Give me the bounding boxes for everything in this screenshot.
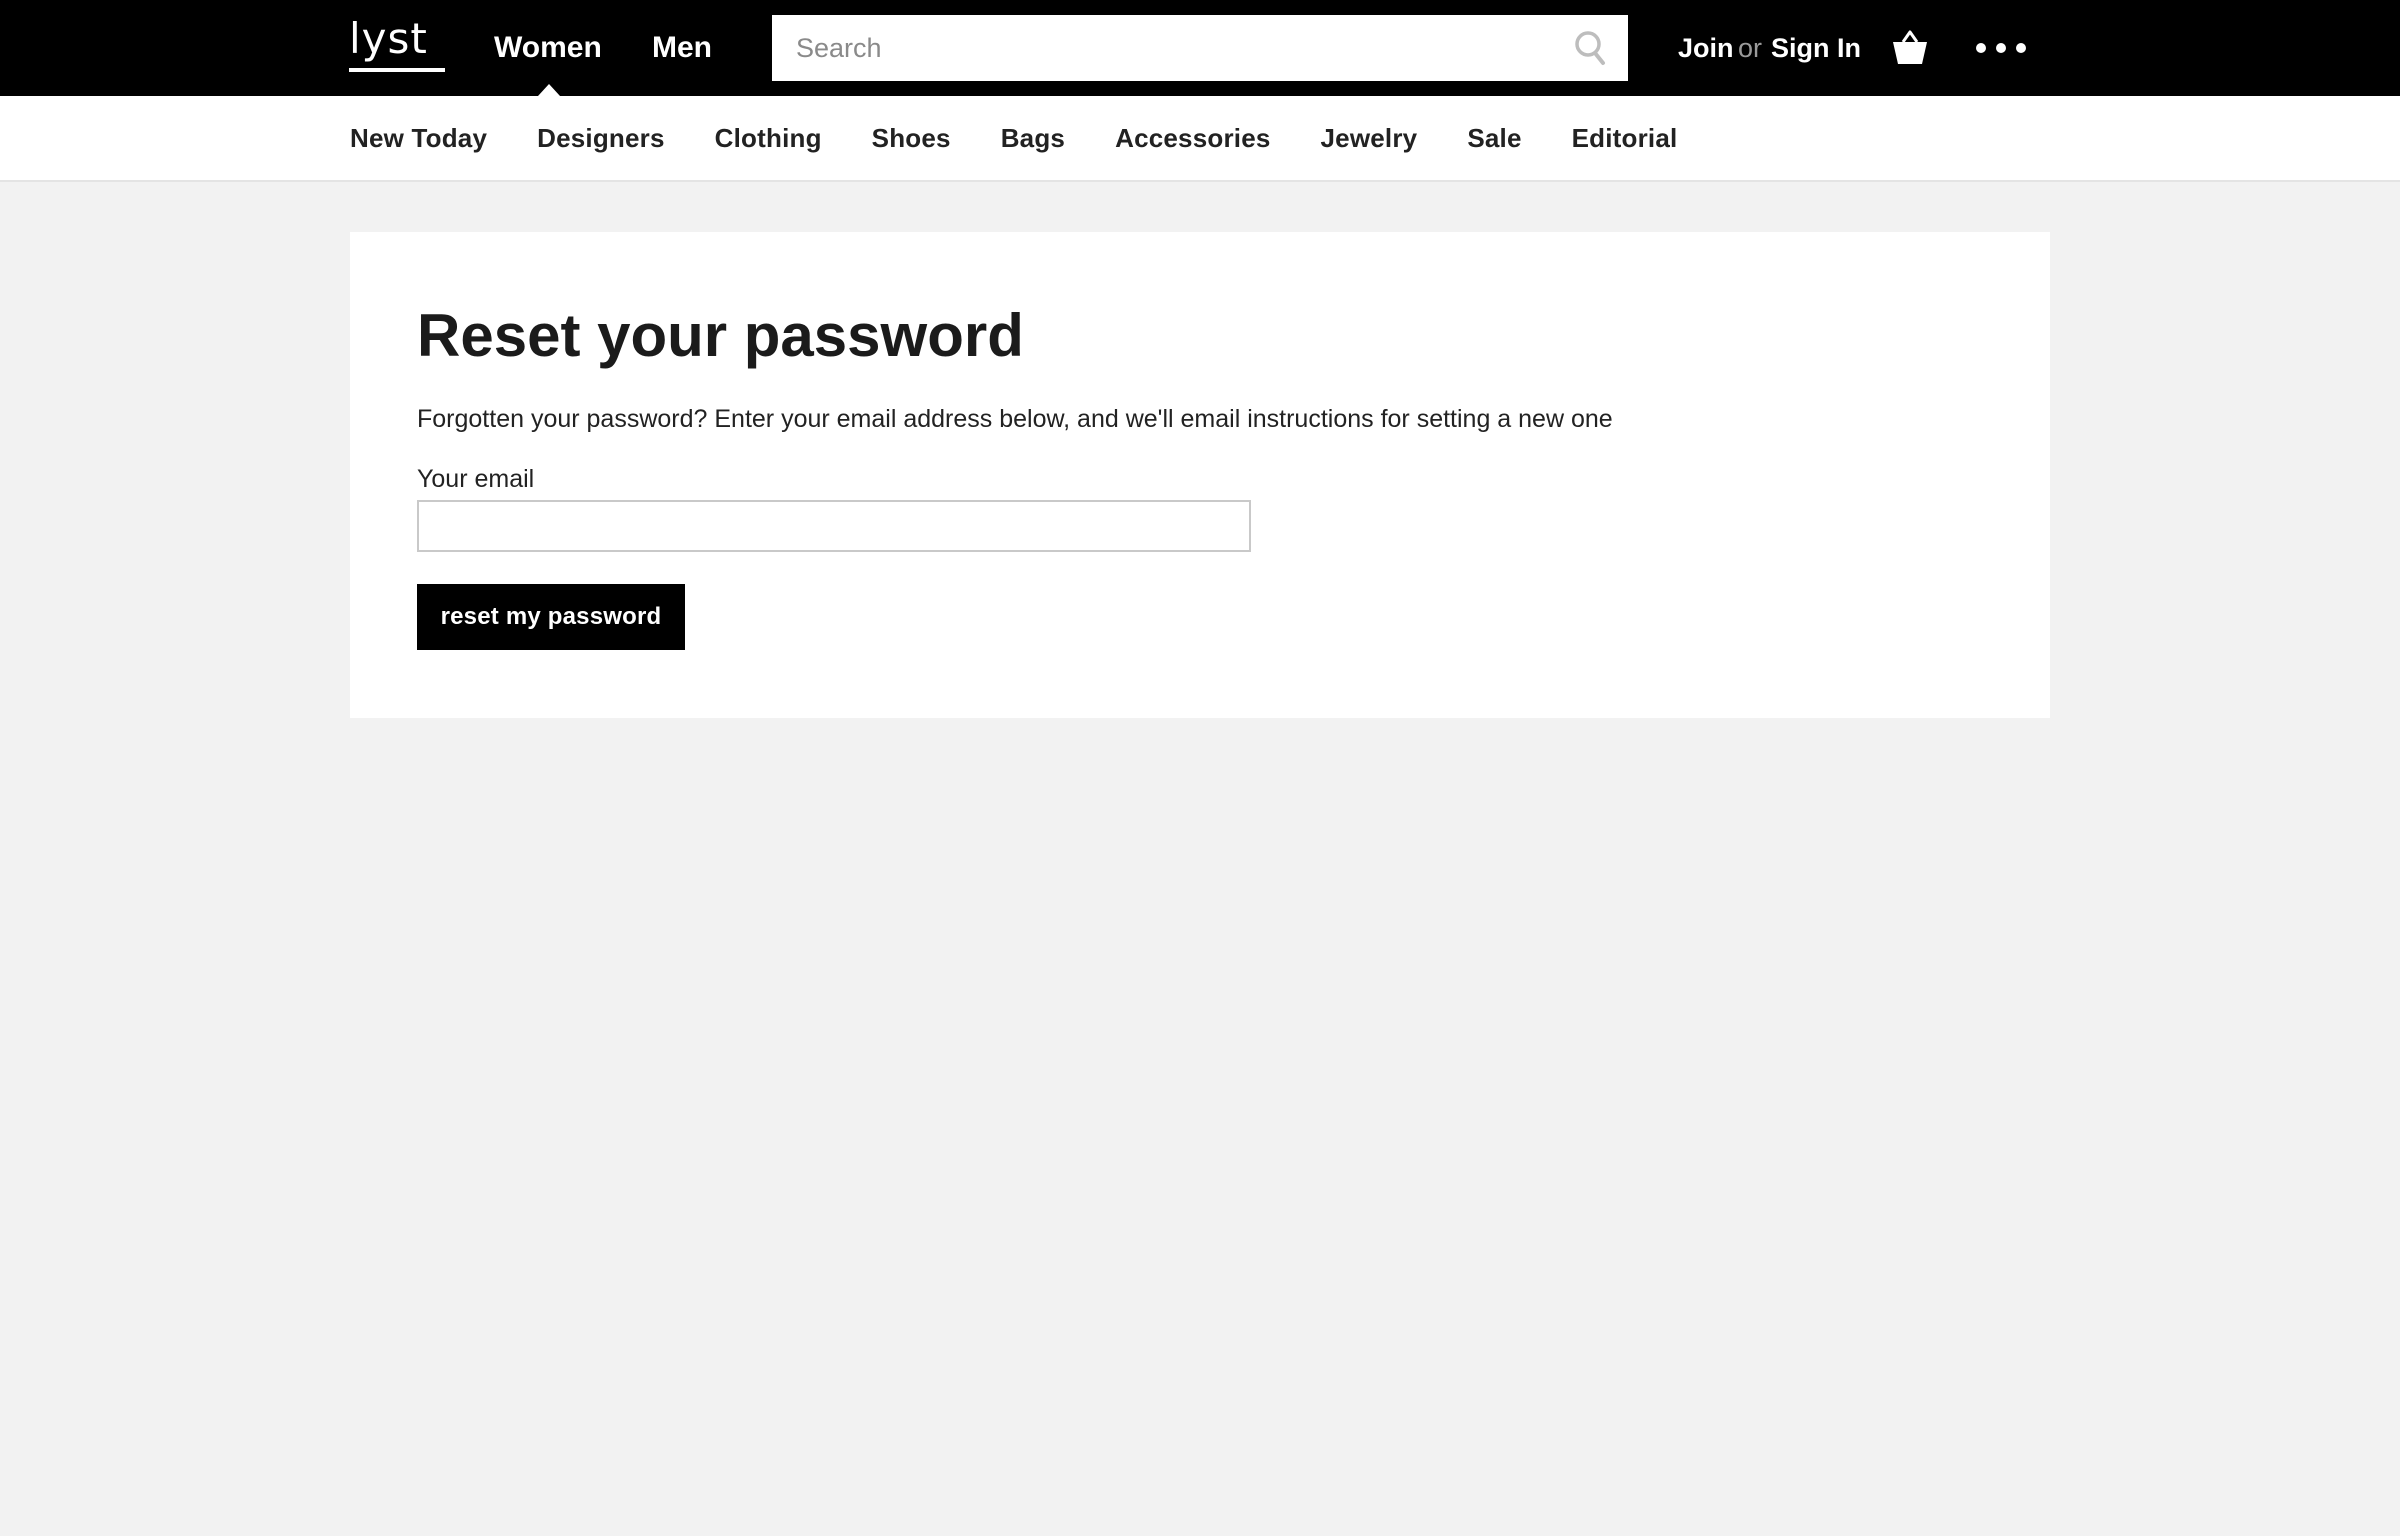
nav-item-new-today[interactable]: New Today	[350, 123, 487, 154]
active-tab-indicator	[538, 84, 560, 96]
join-link[interactable]: Join	[1678, 26, 1734, 70]
category-nav: New Today Designers Clothing Shoes Bags …	[0, 96, 2400, 182]
nav-item-designers[interactable]: Designers	[537, 123, 665, 154]
more-dots-icon[interactable]	[1974, 38, 2028, 58]
reset-description: Forgotten your password? Enter your emai…	[417, 405, 1613, 433]
tab-women[interactable]: Women	[494, 26, 602, 70]
or-separator: or	[1738, 33, 1763, 63]
page-title: Reset your password	[417, 302, 1024, 369]
email-label: Your email	[417, 465, 535, 493]
email-field[interactable]	[417, 500, 1251, 552]
logo-text: lyst	[349, 14, 428, 63]
category-list: New Today Designers Clothing Shoes Bags …	[350, 96, 1727, 180]
nav-item-bags[interactable]: Bags	[1001, 123, 1065, 154]
nav-item-clothing[interactable]: Clothing	[715, 123, 822, 154]
nav-item-jewelry[interactable]: Jewelry	[1321, 123, 1418, 154]
shopping-bag-icon[interactable]	[1890, 28, 1930, 68]
search-box	[772, 15, 1628, 81]
nav-item-sale[interactable]: Sale	[1467, 123, 1521, 154]
search-icon[interactable]	[1572, 29, 1610, 67]
reset-password-button[interactable]: reset my password	[417, 584, 685, 650]
nav-item-shoes[interactable]: Shoes	[872, 123, 951, 154]
top-header: lyst Women Men Join or Sign In	[0, 0, 2400, 96]
search-input[interactable]	[772, 15, 1552, 81]
nav-item-accessories[interactable]: Accessories	[1115, 123, 1270, 154]
tab-men[interactable]: Men	[652, 26, 712, 70]
nav-item-editorial[interactable]: Editorial	[1572, 123, 1678, 154]
reset-password-card: Reset your password Forgotten your passw…	[350, 232, 2050, 718]
logo-underline	[349, 68, 445, 72]
sign-in-link[interactable]: Sign In	[1771, 26, 1861, 70]
lyst-logo[interactable]: lyst	[349, 14, 445, 74]
